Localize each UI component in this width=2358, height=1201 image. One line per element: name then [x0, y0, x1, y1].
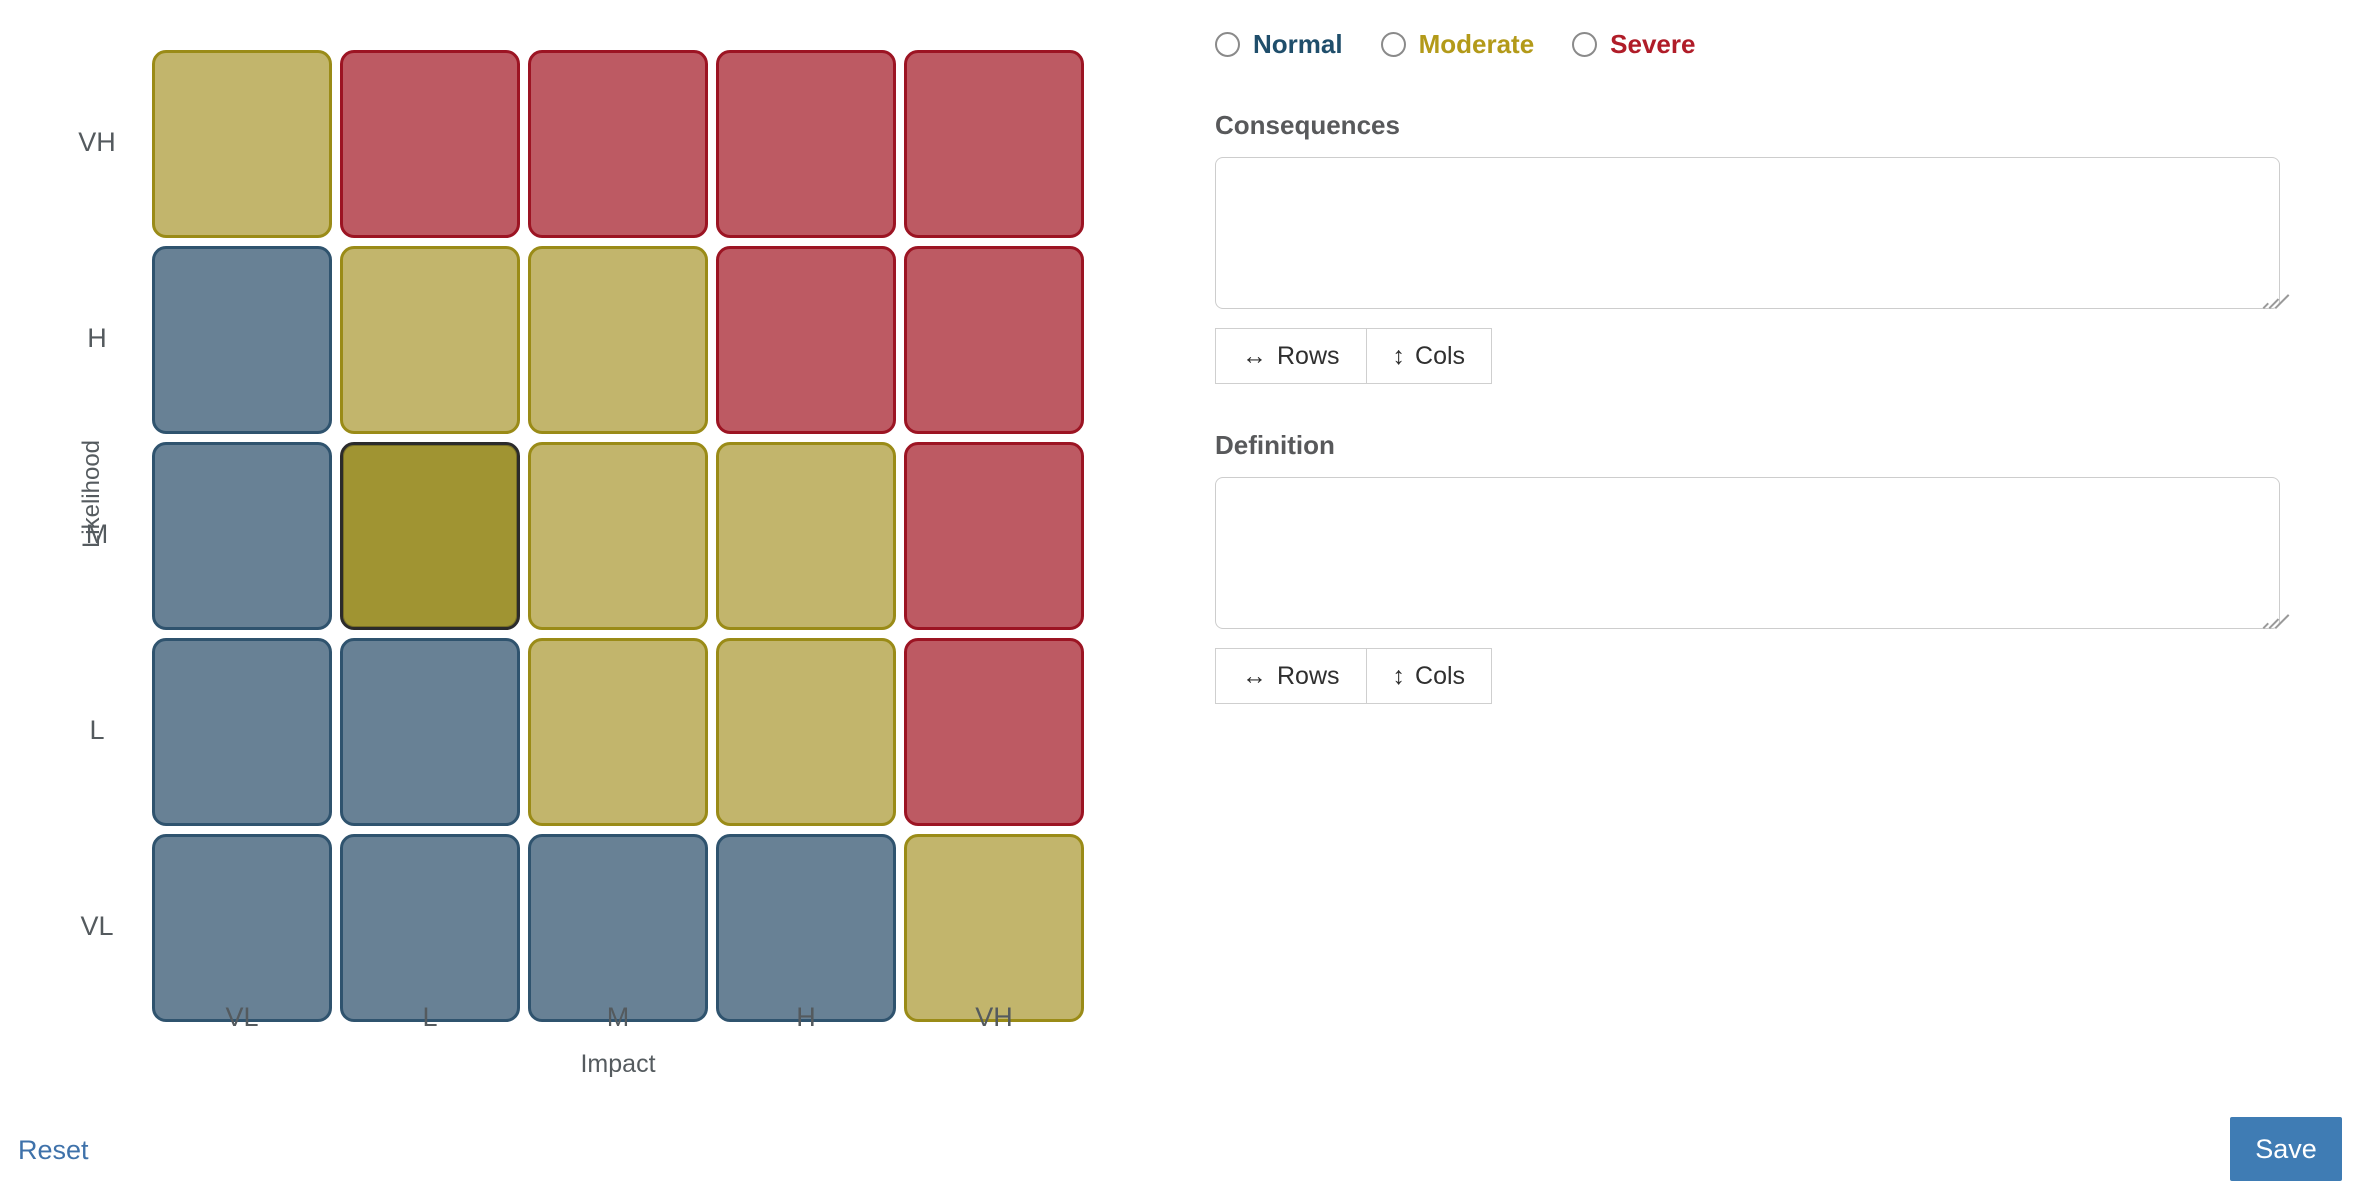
consequences-cols-label: Cols	[1415, 341, 1466, 370]
consequences-cols-button[interactable]: ↕ Cols	[1366, 328, 1493, 384]
matrix-cell-M-L[interactable]	[340, 442, 520, 630]
matrix-cell-M-M[interactable]	[528, 442, 708, 630]
matrix-cell-H-H[interactable]	[716, 246, 896, 434]
matrix-cell-L-VL[interactable]	[152, 638, 332, 826]
save-button[interactable]: Save	[2230, 1117, 2342, 1181]
risk-matrix-page: Likelihood VH H M L VL VL L M H VH Impact Normal…	[0, 0, 2358, 1201]
matrix-cell-L-VH[interactable]	[904, 638, 1084, 826]
consequences-textarea-wrapper	[1215, 157, 2290, 314]
matrix-cell-VL-VL[interactable]	[152, 834, 332, 1022]
details-panel: Normal Moderate Severe Consequences ↔ Rows…	[1215, 24, 2290, 704]
consequences-rows-label: Rows	[1277, 341, 1340, 370]
definition-button-group: ↔ Rows ↕ Cols	[1215, 648, 2285, 704]
matrix-cell-VL-H[interactable]	[716, 834, 896, 1022]
impact-tick-VH: VH	[975, 1002, 1013, 1032]
likelihood-tick-H: H	[87, 323, 107, 353]
matrix-cell-VH-L[interactable]	[340, 50, 520, 238]
definition-input[interactable]	[1215, 477, 2280, 629]
likelihood-tick-VL: VL	[80, 911, 114, 941]
radio-circle-icon[interactable]	[1380, 31, 1406, 57]
risk-matrix-grid[interactable]	[152, 50, 1084, 1022]
vertical-arrow-icon: ↕	[1392, 341, 1406, 370]
severity-label-normal: Normal	[1253, 28, 1343, 59]
likelihood-tick-M: M	[85, 519, 109, 549]
definition-rows-label: Rows	[1277, 661, 1340, 690]
horizontal-arrow-icon: ↔	[1242, 661, 1267, 690]
severity-label-severe: Severe	[1610, 28, 1696, 59]
likelihood-tick-L: L	[89, 715, 105, 745]
impact-tick-VL: VL	[225, 1002, 259, 1032]
matrix-cell-VH-VL[interactable]	[152, 50, 332, 238]
severity-radio-group[interactable]: Normal Moderate Severe	[1215, 24, 2285, 64]
definition-cols-label: Cols	[1415, 661, 1466, 690]
matrix-cell-VH-M[interactable]	[528, 50, 708, 238]
matrix-cell-L-L[interactable]	[340, 638, 520, 826]
severity-option-severe[interactable]: Severe	[1572, 29, 1695, 60]
consequences-rows-button[interactable]: ↔ Rows	[1215, 328, 1367, 384]
matrix-cell-H-VH[interactable]	[904, 246, 1084, 434]
horizontal-arrow-icon: ↔	[1242, 341, 1267, 370]
definition-title: Definition	[1215, 430, 1335, 460]
matrix-cell-VH-H[interactable]	[716, 50, 896, 238]
matrix-cell-M-VH[interactable]	[904, 442, 1084, 630]
radio-circle-icon[interactable]	[1215, 31, 1240, 57]
matrix-cell-M-H[interactable]	[716, 442, 896, 630]
matrix-cell-VL-M[interactable]	[528, 834, 708, 1022]
vertical-arrow-icon: ↕	[1392, 661, 1406, 690]
matrix-cell-H-L[interactable]	[340, 246, 520, 434]
impact-tick-H: H	[796, 1002, 816, 1032]
definition-textarea-wrapper	[1215, 477, 2290, 634]
definition-rows-button[interactable]: ↔ Rows	[1215, 648, 1367, 704]
matrix-cell-M-VL[interactable]	[152, 442, 332, 630]
matrix-cell-H-M[interactable]	[528, 246, 708, 434]
severity-option-moderate[interactable]: Moderate	[1380, 28, 1535, 60]
impact-axis-title: Impact	[580, 1050, 656, 1078]
likelihood-tick-VH: VH	[78, 127, 116, 157]
consequences-button-group: ↔ Rows ↕ Cols	[1215, 328, 2285, 384]
impact-tick-M: M	[606, 1002, 630, 1032]
matrix-cell-H-VL[interactable]	[152, 246, 332, 434]
severity-option-normal[interactable]: Normal	[1215, 29, 1343, 60]
severity-label-moderate: Moderate	[1418, 28, 1535, 59]
matrix-cell-VL-VH[interactable]	[904, 834, 1084, 1022]
matrix-cell-VH-VH[interactable]	[904, 50, 1084, 238]
definition-cols-button[interactable]: ↕ Cols	[1366, 648, 1493, 704]
consequences-title: Consequences	[1215, 110, 1400, 140]
risk-matrix-panel: Likelihood VH H M L VL VL L M H VH Impact	[0, 0, 1120, 1090]
reset-link[interactable]: Reset	[18, 1135, 89, 1166]
matrix-cell-L-M[interactable]	[528, 638, 708, 826]
matrix-cell-L-H[interactable]	[716, 638, 896, 826]
matrix-cell-VL-L[interactable]	[340, 834, 520, 1022]
impact-tick-L: L	[422, 1002, 438, 1032]
radio-circle-icon[interactable]	[1572, 31, 1598, 57]
consequences-input[interactable]	[1215, 157, 2280, 309]
